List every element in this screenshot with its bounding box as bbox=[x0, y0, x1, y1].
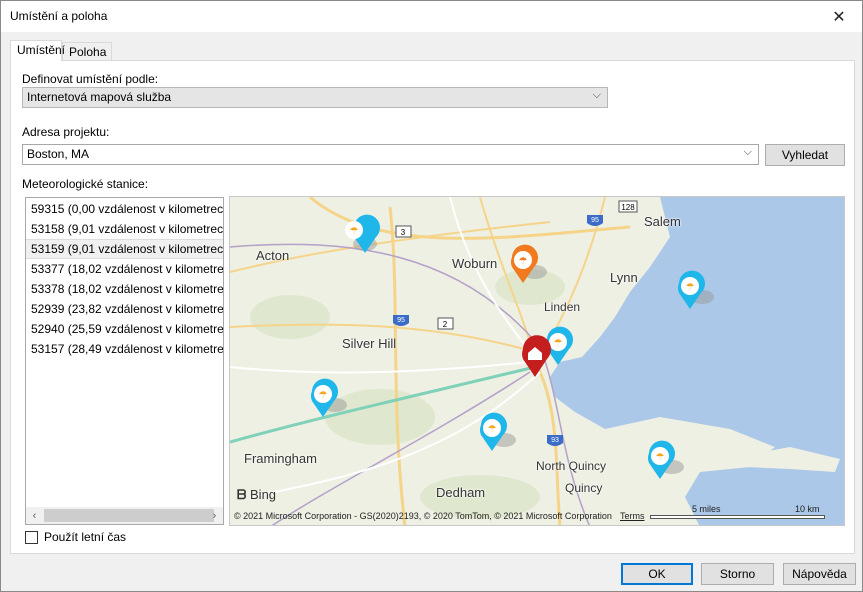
define-location-label: Definovat umístění podle: bbox=[22, 72, 159, 86]
list-item-selected[interactable]: 53159 (9,01 vzdálenost v kilometrech) bbox=[26, 239, 223, 259]
route-shield-label: 93 bbox=[551, 437, 559, 444]
search-button[interactable]: Vyhledat bbox=[765, 144, 845, 166]
close-icon[interactable]: ✕ bbox=[816, 1, 862, 32]
scroll-left-icon[interactable]: ‹ bbox=[26, 507, 43, 524]
place-label: Quincy bbox=[565, 481, 603, 495]
place-label: Linden bbox=[544, 300, 581, 314]
list-item[interactable]: 53158 (9,01 vzdálenost v kilometrech) bbox=[26, 219, 223, 239]
route-shield-label: 128 bbox=[621, 203, 635, 212]
daylight-saving-label: Použít letní čas bbox=[44, 530, 127, 544]
address-input[interactable]: Boston, MA ⌵ bbox=[22, 144, 759, 165]
stations-list[interactable]: 59315 (0,00 vzdálenost v kilometrech) 53… bbox=[25, 197, 224, 525]
location-method-select[interactable]: Internetová mapová služba ⌵ bbox=[22, 87, 608, 108]
route-shield-label: 95 bbox=[591, 217, 599, 224]
title-bar: Umístění a poloha ✕ bbox=[1, 1, 862, 32]
scale-km: 10 km bbox=[795, 504, 820, 514]
place-label: Salem bbox=[644, 214, 681, 229]
stations-label: Meteorologické stanice: bbox=[22, 177, 149, 191]
window-title: Umístění a poloha bbox=[10, 9, 108, 23]
place-label: Lynn bbox=[610, 270, 638, 285]
map-view[interactable]: 128 95 3 2 95 93 Acton Woburn Salem Lynn… bbox=[229, 196, 845, 526]
bing-logo: ᗷ Bing bbox=[237, 487, 277, 502]
cancel-button[interactable]: Storno bbox=[701, 563, 774, 585]
park-area bbox=[325, 389, 435, 445]
dialog-window: Umístění a poloha ✕ Umístění Poloha Defi… bbox=[0, 0, 863, 592]
daylight-saving-checkbox[interactable] bbox=[25, 531, 38, 544]
address-value: Boston, MA bbox=[27, 147, 90, 161]
park-area bbox=[250, 295, 330, 339]
list-item[interactable]: 53157 (28,49 vzdálenost v kilometrech) bbox=[26, 339, 223, 359]
list-item[interactable]: 53377 (18,02 vzdálenost v kilometrech) bbox=[26, 259, 223, 279]
place-label: Acton bbox=[256, 248, 290, 263]
list-item[interactable]: 52940 (25,59 vzdálenost v kilometrech) bbox=[26, 319, 223, 339]
horizontal-scrollbar[interactable]: ‹ › bbox=[26, 507, 223, 524]
scroll-right-icon[interactable]: › bbox=[206, 507, 223, 524]
bing-label: Bing bbox=[250, 487, 277, 502]
scrollbar-thumb[interactable] bbox=[44, 509, 214, 522]
tab-poloha[interactable]: Poloha bbox=[62, 42, 112, 61]
place-label: Dedham bbox=[436, 485, 486, 500]
list-item[interactable]: 52939 (23,82 vzdálenost v kilometrech) bbox=[26, 299, 223, 319]
address-label: Adresa projektu: bbox=[22, 125, 110, 139]
place-label: Silver Hill bbox=[342, 336, 397, 351]
ok-button[interactable]: OK bbox=[621, 563, 693, 585]
place-label: Framingham bbox=[244, 451, 317, 466]
place-label: North Quincy bbox=[536, 459, 607, 473]
map-copyright: © 2021 Microsoft Corporation - GS(2020)2… bbox=[234, 511, 612, 521]
place-label: Woburn bbox=[452, 256, 498, 271]
route-shield-label: 95 bbox=[397, 317, 405, 324]
location-method-value: Internetová mapová služba bbox=[27, 90, 172, 104]
terms-link[interactable]: Terms bbox=[620, 511, 645, 521]
route-shield-label: 2 bbox=[443, 320, 448, 329]
chevron-down-icon: ⌵ bbox=[592, 89, 601, 101]
map-canvas: 128 95 3 2 95 93 bbox=[230, 197, 844, 525]
help-button[interactable]: Nápověda bbox=[783, 563, 856, 585]
list-item[interactable]: 59315 (0,00 vzdálenost v kilometrech) bbox=[26, 199, 223, 219]
tab-umisteni[interactable]: Umístění bbox=[10, 40, 65, 61]
chevron-down-icon: ⌵ bbox=[743, 146, 752, 158]
scale-bar bbox=[650, 515, 825, 519]
list-item[interactable]: 53378 (18,02 vzdálenost v kilometrech) bbox=[26, 279, 223, 299]
scale-miles: 5 miles bbox=[692, 504, 721, 514]
route-shield-label: 3 bbox=[401, 228, 406, 237]
